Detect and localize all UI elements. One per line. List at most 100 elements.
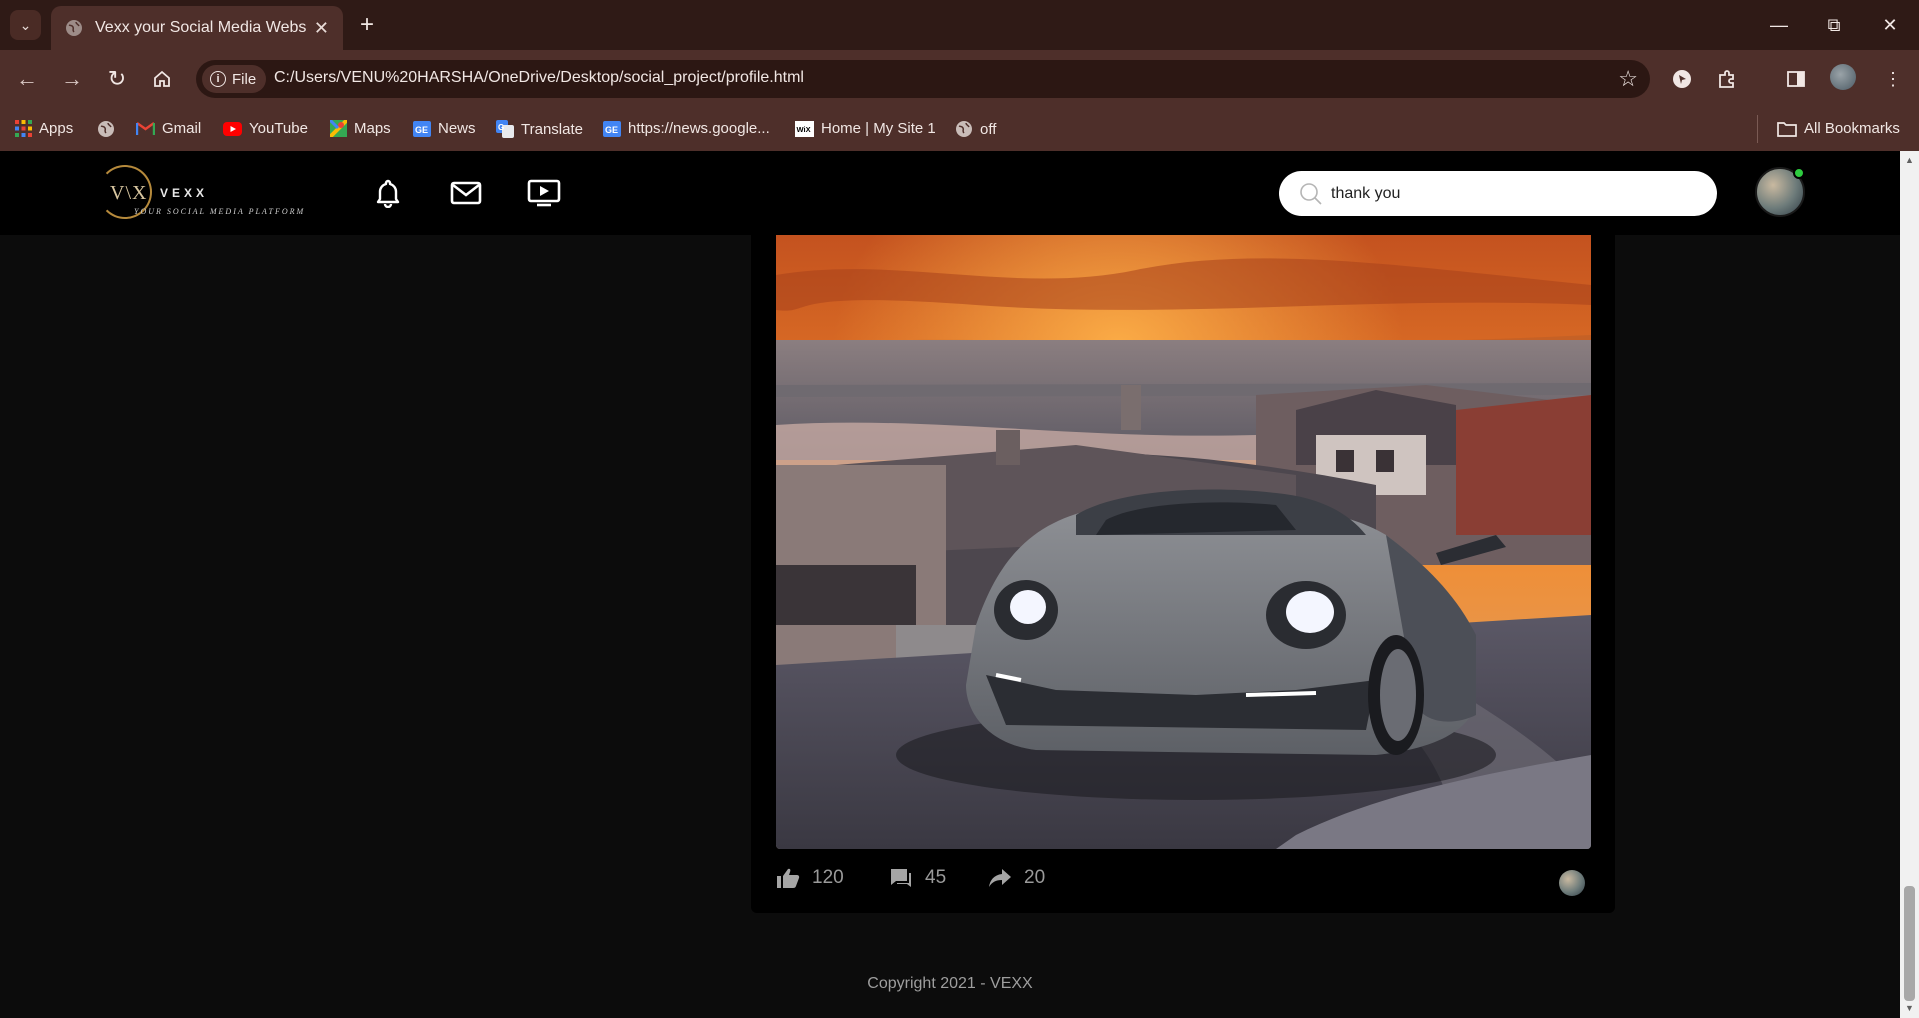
comment-icon bbox=[891, 869, 911, 887]
bookmark-star-icon[interactable]: ☆ bbox=[1618, 66, 1638, 92]
all-bookmarks-label: All Bookmarks bbox=[1804, 120, 1900, 137]
maps-icon bbox=[330, 120, 347, 137]
logo-name: VEXX bbox=[160, 186, 209, 200]
vexx-logo[interactable]: V\X VEXX YOUR SOCIAL MEDIA PLATFORM bbox=[98, 163, 303, 221]
bookmark-label: News bbox=[438, 120, 476, 137]
like-count: 120 bbox=[812, 867, 844, 888]
folder-icon bbox=[1777, 121, 1797, 137]
site-header: V\X VEXX YOUR SOCIAL MEDIA PLATFORM bbox=[0, 151, 1900, 235]
home-icon bbox=[154, 70, 170, 87]
svg-text:GE: GE bbox=[605, 125, 618, 135]
google-news-icon: GE bbox=[413, 120, 431, 137]
scrollbar-thumb[interactable] bbox=[1904, 886, 1915, 1001]
scroll-up-arrow-icon[interactable]: ▲ bbox=[1905, 155, 1914, 165]
search-icon bbox=[1300, 183, 1322, 205]
bookmark-label: Maps bbox=[354, 120, 391, 137]
address-bar[interactable]: i File C:/Users/VENU%20HARSHA/OneDrive/D… bbox=[196, 60, 1650, 98]
browser-profile-avatar[interactable] bbox=[1830, 64, 1856, 90]
bookmark-youtube[interactable]: YouTube bbox=[223, 120, 308, 137]
search-box[interactable] bbox=[1279, 171, 1717, 216]
thumbs-up-icon bbox=[777, 868, 800, 888]
minimize-window-button[interactable]: — bbox=[1751, 10, 1807, 40]
share-button[interactable]: 20 bbox=[988, 867, 1045, 889]
bookmark-label: Translate bbox=[521, 120, 583, 138]
extensions-puzzle-icon[interactable] bbox=[1713, 65, 1741, 93]
close-tab-icon[interactable]: ✕ bbox=[314, 18, 329, 39]
bookmark-translate[interactable]: G Translate bbox=[496, 120, 583, 138]
google-news-icon: GE bbox=[603, 120, 621, 137]
comment-count: 45 bbox=[925, 867, 947, 888]
share-count: 20 bbox=[1024, 867, 1046, 888]
bookmark-gmail[interactable]: Gmail bbox=[136, 120, 201, 137]
post-card: 120 45 20 bbox=[751, 235, 1615, 913]
share-arrow-icon bbox=[989, 869, 1011, 887]
close-window-button[interactable]: ✕ bbox=[1862, 10, 1918, 40]
svg-text:G: G bbox=[498, 123, 504, 132]
extension-cursor-icon[interactable] bbox=[1668, 65, 1696, 93]
post-author-avatar[interactable] bbox=[1559, 870, 1585, 896]
bell-icon bbox=[376, 179, 400, 208]
messages-button[interactable] bbox=[449, 177, 483, 209]
bookmark-maps[interactable]: Maps bbox=[330, 120, 391, 137]
scroll-down-arrow-icon[interactable]: ▼ bbox=[1905, 1003, 1914, 1013]
bookmark-label: Apps bbox=[39, 120, 74, 137]
all-bookmarks[interactable]: All Bookmarks bbox=[1777, 120, 1900, 137]
info-icon: i bbox=[210, 71, 226, 87]
page-scrollbar[interactable]: ▲ ▼ bbox=[1900, 151, 1919, 1018]
home-button[interactable] bbox=[147, 64, 177, 94]
arrow-left-icon: ← bbox=[16, 66, 38, 91]
back-button[interactable]: ← bbox=[12, 64, 42, 94]
online-status-dot bbox=[1793, 167, 1805, 179]
logo-tagline: YOUR SOCIAL MEDIA PLATFORM bbox=[134, 207, 306, 216]
bookmark-globe[interactable] bbox=[97, 120, 115, 138]
mail-icon bbox=[450, 181, 482, 205]
tab-title: Vexx your Social Media Website bbox=[95, 19, 306, 36]
globe-icon bbox=[66, 20, 82, 36]
side-panel-icon[interactable] bbox=[1782, 65, 1810, 93]
comment-button[interactable]: 45 bbox=[889, 867, 946, 889]
apps-grid-icon bbox=[15, 120, 32, 137]
browser-toolbar: ← → ↻ i File C:/Users/VENU%20HARSHA/OneD… bbox=[0, 50, 1919, 108]
bookmark-google-news[interactable]: GE https://news.google... bbox=[603, 120, 770, 137]
car-sunset-photo bbox=[776, 235, 1591, 849]
notifications-button[interactable] bbox=[371, 177, 405, 209]
browser-menu-icon[interactable]: ⋮ bbox=[1879, 65, 1907, 93]
bookmarks-divider bbox=[1757, 115, 1758, 143]
bookmark-news[interactable]: GE News bbox=[413, 120, 476, 137]
wix-icon: WiX bbox=[795, 120, 814, 137]
post-image[interactable] bbox=[776, 235, 1591, 849]
browser-tab-bar: ⌄ Vexx your Social Media Website ✕ + — ⧉… bbox=[0, 0, 1919, 50]
bookmark-label: Home | My Site 1 bbox=[821, 120, 936, 137]
new-tab-button[interactable]: + bbox=[352, 10, 382, 40]
globe-icon bbox=[956, 121, 972, 137]
gmail-icon bbox=[136, 122, 155, 135]
post-actions: 120 45 20 bbox=[776, 867, 1591, 901]
bookmark-off[interactable]: off bbox=[955, 120, 996, 138]
logo-monogram: V\X bbox=[110, 182, 148, 204]
like-button[interactable]: 120 bbox=[776, 867, 844, 889]
bookmark-label: Gmail bbox=[162, 120, 202, 137]
bookmark-my-site[interactable]: WiX Home | My Site 1 bbox=[795, 120, 936, 137]
svg-text:WiX: WiX bbox=[797, 125, 811, 134]
bookmark-label: YouTube bbox=[249, 120, 308, 137]
file-label: File bbox=[232, 70, 257, 88]
restore-window-button[interactable]: ⧉ bbox=[1806, 10, 1862, 40]
globe-icon bbox=[98, 121, 114, 137]
bookmark-apps[interactable]: Apps bbox=[15, 120, 73, 137]
videos-button[interactable] bbox=[527, 177, 561, 209]
page-content: V\X VEXX YOUR SOCIAL MEDIA PLATFORM than… bbox=[0, 151, 1900, 1018]
site-info-chip[interactable]: i File bbox=[202, 65, 267, 93]
search-input[interactable] bbox=[1331, 171, 1691, 216]
reload-button[interactable]: ↻ bbox=[102, 64, 132, 94]
bookmark-label: https://news.google... bbox=[628, 120, 770, 137]
forward-button[interactable]: → bbox=[57, 64, 87, 94]
browser-tab[interactable]: Vexx your Social Media Website ✕ bbox=[51, 6, 343, 50]
footer-copyright: Copyright 2021 - VEXX bbox=[867, 975, 1033, 992]
bookmark-label: off bbox=[980, 120, 997, 138]
play-screen-icon bbox=[527, 179, 561, 207]
translate-icon: G bbox=[496, 120, 514, 138]
url-text[interactable]: C:/Users/VENU%20HARSHA/OneDrive/Desktop/… bbox=[274, 69, 804, 87]
arrow-right-icon: → bbox=[61, 66, 83, 91]
svg-text:GE: GE bbox=[415, 125, 428, 135]
tab-search-button[interactable]: ⌄ bbox=[10, 10, 41, 40]
